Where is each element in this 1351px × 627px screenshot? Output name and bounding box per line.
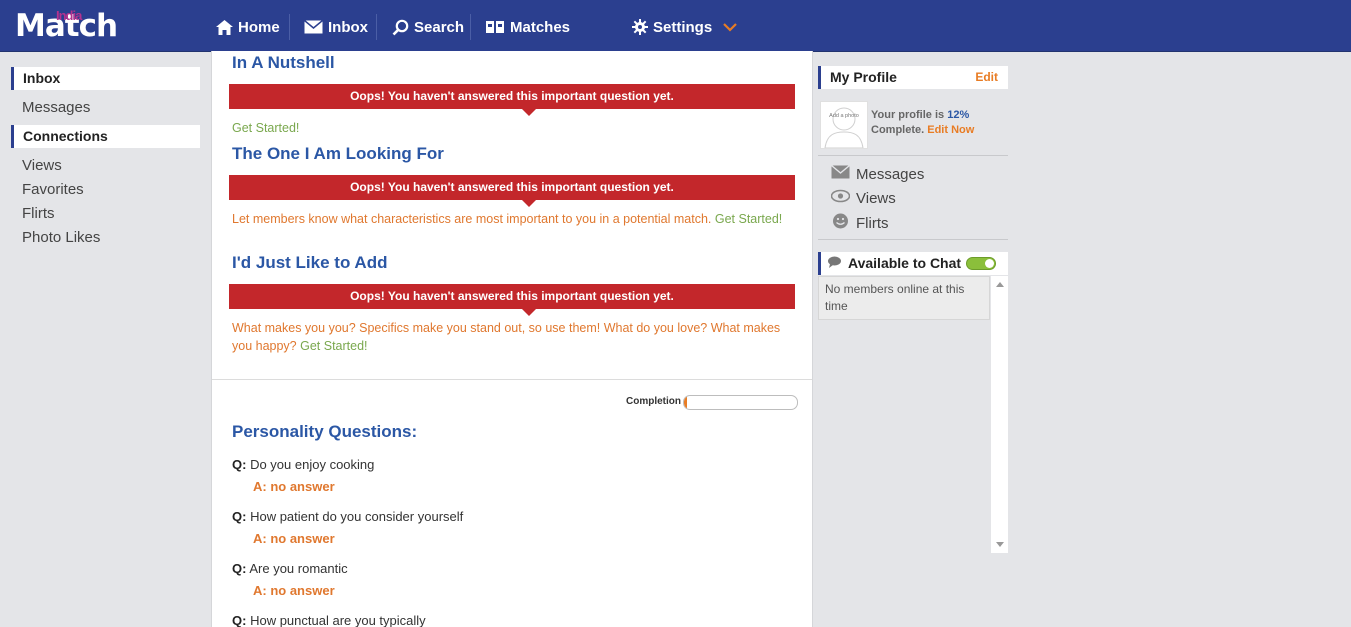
- nav-matches[interactable]: Matches: [486, 16, 570, 38]
- envelope-icon: [831, 164, 850, 183]
- home-icon: [216, 19, 233, 35]
- my-profile-title: My Profile: [830, 69, 897, 85]
- nav-separator: [376, 14, 377, 40]
- answer-text: A: no answer: [253, 583, 335, 598]
- gear-icon: [632, 19, 648, 35]
- completion-progress-fill: [684, 396, 688, 409]
- edit-now-link[interactable]: Edit Now: [927, 124, 974, 136]
- unanswered-alert: Oops! You haven't answered this importan…: [229, 84, 795, 116]
- available-to-chat-label: Available to Chat: [848, 255, 962, 271]
- status-suffix: Complete.: [871, 124, 925, 136]
- right-link-views-label: Views: [856, 189, 896, 207]
- section-description: Get Started!: [232, 119, 792, 137]
- question-text: Do you enjoy cooking: [250, 457, 375, 472]
- envelope-icon: [304, 20, 323, 34]
- right-link-messages-label: Messages: [856, 165, 925, 183]
- add-photo-text: Add a photo: [829, 113, 859, 119]
- smiley-icon: [831, 213, 850, 233]
- right-link-flirts-label: Flirts: [856, 214, 889, 232]
- chat-bubble-icon: [827, 252, 842, 275]
- eye-icon: [830, 189, 851, 207]
- get-started-link[interactable]: Get Started!: [715, 212, 782, 226]
- nav-inbox-label: Inbox: [328, 18, 368, 36]
- section-description: Let members know what characteristics ar…: [232, 210, 792, 228]
- nav-search-label: Search: [414, 18, 465, 36]
- sidebar-item-messages[interactable]: Messages: [22, 99, 90, 116]
- profile-main-content: In A Nutshell Oops! You haven't answered…: [211, 51, 813, 627]
- question-text: Are you romantic: [249, 561, 348, 576]
- question-item: Q: Are you romantic: [232, 561, 348, 576]
- sidebar-item-views[interactable]: Views: [22, 157, 62, 174]
- left-sidebar: Inbox Messages Connections Views Favorit…: [0, 51, 210, 627]
- divider: [818, 155, 1008, 156]
- right-link-messages[interactable]: Messages: [831, 164, 925, 183]
- unanswered-alert: Oops! You haven't answered this importan…: [229, 175, 795, 207]
- edit-profile-link[interactable]: Edit: [975, 66, 998, 89]
- sidebar-item-photo-likes[interactable]: Photo Likes: [22, 229, 100, 246]
- sidebar-item-flirts[interactable]: Flirts: [22, 205, 55, 222]
- question-item: Q: How punctual are you typically: [232, 613, 426, 627]
- section-title-like-to-add: I'd Just Like to Add: [232, 253, 388, 272]
- scroll-down-icon[interactable]: [996, 542, 1004, 547]
- question-prefix: Q:: [232, 457, 247, 472]
- question-text: How patient do you consider yourself: [250, 509, 464, 524]
- question-item: Q: Do you enjoy cooking: [232, 457, 374, 472]
- question-prefix: Q:: [232, 509, 247, 524]
- nav-inbox[interactable]: Inbox: [304, 16, 368, 38]
- right-link-views[interactable]: Views: [830, 189, 896, 207]
- nav-separator: [289, 14, 290, 40]
- nav-search[interactable]: Search: [392, 16, 464, 38]
- avatar[interactable]: Add a photo: [820, 101, 868, 149]
- section-title-nutshell: In A Nutshell: [232, 53, 335, 72]
- profile-status: Your profile is 12% Complete. Edit Now: [871, 108, 1001, 138]
- question-text: How punctual are you typically: [250, 613, 426, 627]
- site-logo[interactable]: India Match: [15, 8, 118, 44]
- matches-icon: [486, 20, 505, 34]
- completion-label: Completion: [626, 396, 681, 407]
- get-started-link[interactable]: Get Started!: [300, 339, 367, 353]
- logo-part-india: India: [56, 8, 82, 23]
- sidebar-item-favorites[interactable]: Favorites: [22, 181, 84, 198]
- available-to-chat-header: Available to Chat: [818, 252, 1008, 275]
- top-navigation-bar: India Match Home Inbox Search Matches Se…: [0, 0, 1351, 52]
- answer-text: A: no answer: [253, 531, 335, 546]
- nav-home-label: Home: [238, 18, 280, 36]
- answer-text: A: no answer: [253, 479, 335, 494]
- scroll-up-icon[interactable]: [996, 282, 1004, 287]
- my-profile-header: My Profile Edit: [818, 66, 1008, 89]
- profile-completion-percent: 12%: [947, 109, 970, 121]
- nav-separator: [470, 14, 471, 40]
- section-divider: [212, 379, 812, 380]
- personality-questions-title: Personality Questions:: [232, 422, 418, 441]
- avatar-placeholder-icon: Add a photo: [824, 107, 864, 149]
- chat-members-list: No members online at this time: [818, 276, 990, 320]
- nav-settings[interactable]: Settings: [632, 16, 737, 38]
- search-icon: [392, 19, 409, 36]
- question-item: Q: How patient do you consider yourself: [232, 509, 463, 524]
- nav-matches-label: Matches: [510, 18, 571, 36]
- section-description: What makes you you? Specifics make you s…: [232, 319, 792, 355]
- get-started-link[interactable]: Get Started!: [232, 121, 299, 135]
- sidebar-item-connections[interactable]: Connections: [11, 125, 200, 148]
- right-link-flirts[interactable]: Flirts: [831, 213, 889, 233]
- chevron-down-icon[interactable]: [723, 22, 737, 32]
- question-prefix: Q:: [232, 613, 247, 627]
- status-prefix: Your profile is: [871, 109, 945, 121]
- sidebar-item-inbox[interactable]: Inbox: [11, 67, 200, 90]
- divider: [818, 239, 1008, 240]
- unanswered-alert: Oops! You haven't answered this importan…: [229, 284, 795, 316]
- section-description-text: Let members know what characteristics ar…: [232, 212, 712, 226]
- chat-availability-toggle[interactable]: [966, 257, 996, 270]
- nav-settings-label: Settings: [653, 18, 713, 36]
- section-title-looking-for: The One I Am Looking For: [232, 144, 444, 163]
- question-prefix: Q:: [232, 561, 247, 576]
- completion-progress-bar: [683, 395, 798, 410]
- chat-scrollbar[interactable]: [991, 276, 1008, 553]
- nav-home[interactable]: Home: [216, 16, 280, 38]
